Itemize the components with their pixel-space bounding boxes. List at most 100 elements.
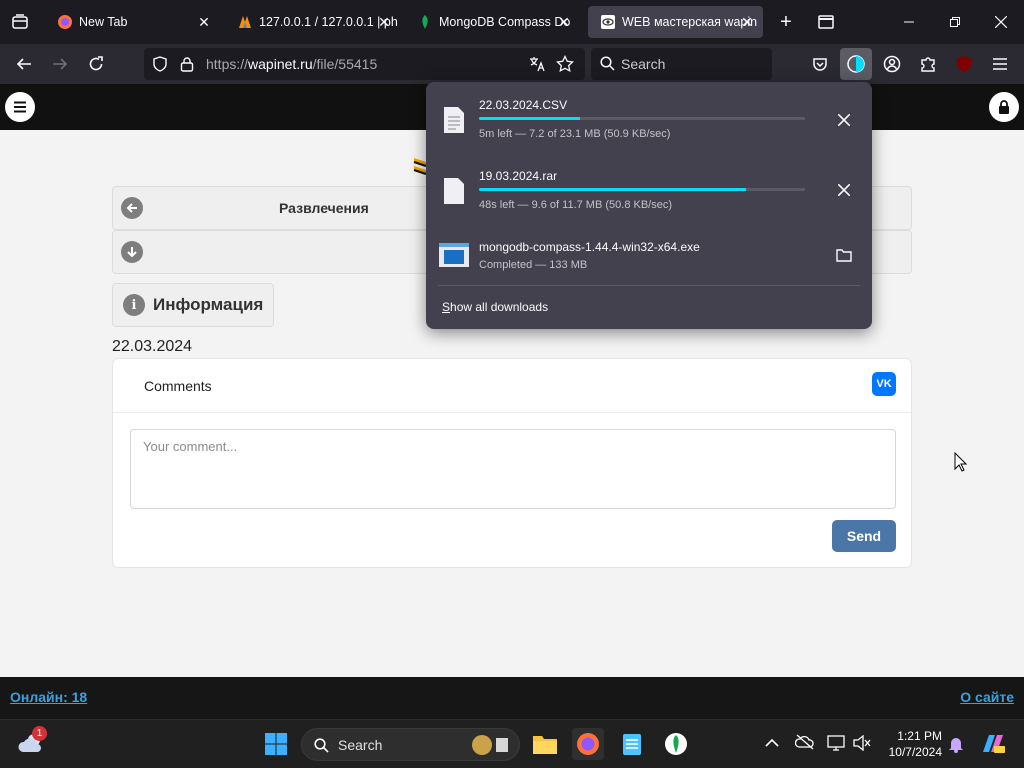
address-bar[interactable]: https://wapinet.ru/file/55415 [144, 48, 585, 80]
download-filename: 22.03.2024.CSV [479, 98, 568, 112]
lock-icon[interactable] [180, 56, 194, 72]
hamburger-icon [993, 58, 1007, 70]
mouse-cursor-icon [954, 452, 968, 472]
windows-taskbar: 1 Search 1:21 PM 10/7/2024 [0, 719, 1024, 768]
site-login-button[interactable] [989, 92, 1019, 122]
download-item[interactable]: 22.03.2024.CSV 5m left — 7.2 of 23.1 MB … [426, 90, 872, 160]
notification-bell-icon[interactable] [948, 735, 964, 753]
file-date: 22.03.2024 [112, 338, 193, 355]
url-text[interactable]: https://wapinet.ru/file/55415 [206, 56, 377, 72]
down-arrow-circle-icon[interactable] [121, 241, 143, 263]
forward-arrow-icon [53, 58, 68, 70]
tab-close-icon[interactable]: ✕ [739, 14, 755, 30]
download-status: 48s left — 9.6 of 11.7 MB (50.8 KB/sec) [479, 199, 672, 211]
volume-muted-icon[interactable] [853, 735, 871, 751]
site-footer: Онлайн: 18 О сайте [0, 677, 1024, 719]
display-icon[interactable] [827, 735, 845, 751]
start-button[interactable] [260, 728, 292, 760]
download-status: Completed — 133 MB [479, 259, 588, 271]
phpmyadmin-icon [237, 14, 253, 30]
tab-wapinet[interactable]: WEB мастерская wapin ✕ [588, 6, 763, 38]
extensions-button[interactable] [912, 48, 944, 80]
close-icon [838, 114, 850, 126]
translate-icon[interactable] [528, 55, 546, 73]
firefox-taskbar[interactable] [572, 728, 604, 760]
download-item[interactable]: 19.03.2024.rar 48s left — 9.6 of 11.7 MB… [426, 161, 872, 231]
system-clock[interactable]: 1:21 PM 10/7/2024 [880, 728, 942, 760]
tab-close-icon[interactable]: ✕ [556, 14, 572, 30]
minimize-icon [904, 21, 914, 23]
download-progress-fill [479, 188, 747, 191]
search-placeholder: Search [621, 56, 666, 72]
minimize-button[interactable] [886, 0, 932, 44]
hamburger-icon [14, 101, 26, 113]
tab-close-icon[interactable]: ✕ [196, 14, 212, 30]
online-count-link[interactable]: Онлайн: 18 [10, 689, 87, 705]
breadcrumb-label[interactable]: Развлечения [279, 200, 369, 216]
cancel-download-button[interactable] [831, 107, 857, 133]
close-icon [838, 184, 850, 196]
app-menu-button[interactable] [984, 48, 1016, 80]
restore-button[interactable] [932, 0, 978, 44]
close-window-button[interactable] [978, 0, 1024, 44]
site-menu-button[interactable] [5, 92, 35, 122]
show-all-downloads-button[interactable]: Show all downloads [442, 300, 548, 314]
close-icon [995, 16, 1007, 28]
mongodb-compass-taskbar[interactable] [660, 728, 692, 760]
tab-phpmyadmin[interactable]: 127.0.0.1 / 127.0.0.1 | ph ✕ [225, 6, 400, 38]
search-icon [600, 56, 615, 71]
notepad-taskbar[interactable] [616, 728, 648, 760]
download-progress-bar [479, 188, 805, 191]
folder-icon [836, 249, 852, 262]
tab-new-tab[interactable]: New Tab ✕ [45, 6, 220, 38]
url-scheme: https:// [206, 56, 249, 72]
vk-logo-icon[interactable]: VK [872, 372, 896, 396]
search-bar[interactable]: Search [591, 48, 772, 80]
firefox-view-button[interactable] [814, 10, 838, 34]
tab-close-icon[interactable]: ✕ [376, 14, 392, 30]
new-tab-button[interactable]: + [774, 10, 798, 34]
send-button[interactable]: Send [832, 520, 896, 552]
reload-button[interactable] [80, 48, 112, 80]
reload-icon [89, 56, 103, 71]
downloads-progress-icon [847, 55, 865, 73]
copilot-icon[interactable] [980, 732, 1006, 756]
show-all-accesskey: S [442, 300, 451, 314]
ublock-button[interactable] [948, 48, 980, 80]
download-item[interactable]: mongodb-compass-1.44.4-win32-x64.exe Com… [426, 232, 872, 282]
tab-mongodb-compass[interactable]: MongoDB Compass Do ✕ [405, 6, 580, 38]
url-host: wapinet.ru [248, 56, 313, 72]
shield-icon[interactable] [152, 56, 168, 72]
bookmark-star-icon[interactable] [556, 55, 574, 73]
account-button[interactable] [876, 48, 908, 80]
search-icon [314, 738, 329, 753]
blank-file-icon [444, 178, 464, 204]
installer-exe-icon [439, 243, 469, 267]
firefox-icon [57, 14, 73, 30]
comments-widget: Comments VK Send [112, 358, 912, 568]
pocket-button[interactable] [804, 48, 836, 80]
forward-button[interactable] [44, 48, 76, 80]
weather-widget[interactable]: 1 [16, 726, 48, 760]
cancel-download-button[interactable] [831, 177, 857, 203]
open-folder-button[interactable] [831, 242, 857, 268]
tab-list-button[interactable] [8, 10, 32, 34]
comments-title: Comments [144, 378, 212, 394]
downloads-button[interactable] [840, 48, 872, 80]
back-arrow-circle-icon[interactable] [121, 197, 143, 219]
weather-badge: 1 [32, 726, 47, 741]
mongodb-leaf-icon [417, 14, 433, 30]
about-link[interactable]: О сайте [960, 689, 1014, 705]
comment-input[interactable] [130, 429, 896, 509]
taskbar-search-label: Search [338, 737, 383, 753]
browser-navigation-bar: https://wapinet.ru/file/55415 Search 22 [0, 44, 1024, 104]
info-button[interactable]: i Информация [112, 283, 274, 327]
account-icon [883, 55, 901, 73]
onedrive-offline-icon[interactable] [795, 734, 815, 750]
file-explorer-taskbar[interactable] [529, 728, 561, 760]
clock-time: 1:21 PM [897, 729, 942, 743]
wapinet-eye-icon [600, 14, 616, 30]
taskbar-search[interactable]: Search [301, 728, 520, 761]
back-button[interactable] [8, 48, 40, 80]
chevron-up-icon[interactable] [765, 738, 779, 748]
